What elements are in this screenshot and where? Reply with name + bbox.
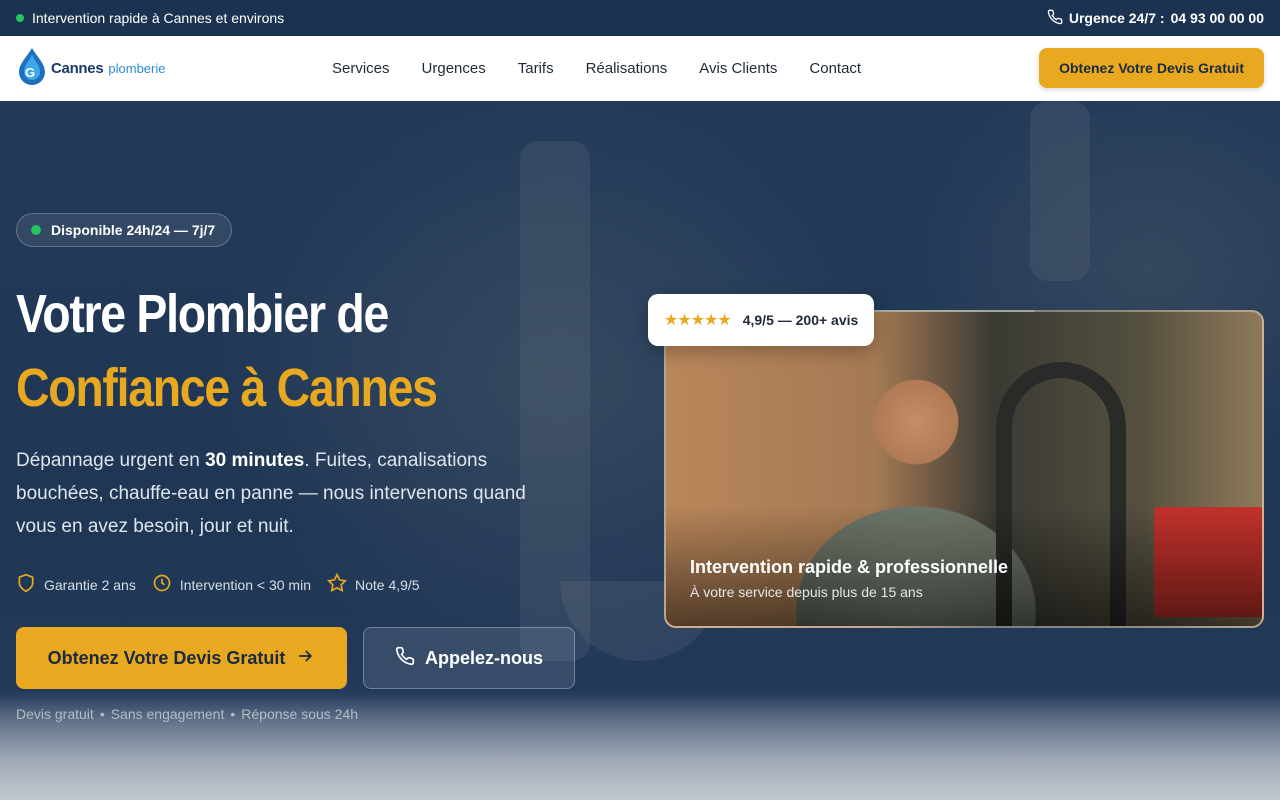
- hero-section: Disponible 24h/24 — 7j/7 Votre Plombier …: [0, 101, 1280, 800]
- hero-title-line2: Confiance à Cannes: [16, 358, 438, 418]
- rating-badge: ★★★★★ 4,9/5 — 200+ avis: [648, 294, 875, 346]
- availability-text: Disponible 24h/24 — 7j/7: [51, 222, 216, 238]
- hero-lead: Dépannage urgent en 30 minutes. Fuites, …: [16, 444, 536, 543]
- background-valve: [1030, 101, 1090, 281]
- fineprint-item: Réponse sous 24h: [241, 706, 359, 722]
- feature-guarantee-label: Garantie 2 ans: [44, 576, 136, 593]
- logo-text-secondary: plomberie: [108, 61, 166, 76]
- hero-quote-label: Obtenez Votre Devis Gratuit: [47, 647, 286, 668]
- fineprint-item: Sans engagement: [110, 706, 225, 722]
- lead-pre: Dépannage urgent en: [16, 450, 206, 471]
- photo-caption: Intervention rapide & professionnelle: [690, 557, 1009, 577]
- main-nav: Services Urgences Tarifs Réalisations Av…: [332, 36, 861, 101]
- hero-title: Votre Plombier de Confiance à Cannes: [16, 277, 505, 425]
- hero-call-button[interactable]: Appelez-nous: [363, 627, 575, 689]
- status-dot: [16, 14, 24, 22]
- photo-subcaption: À votre service depuis plus de 15 ans: [690, 584, 923, 600]
- nav-urgences[interactable]: Urgences: [422, 60, 486, 77]
- site-header: G Cannes plomberie Services Urgences Tar…: [0, 36, 1280, 101]
- feature-intervention-label: Intervention < 30 min: [179, 576, 311, 593]
- emergency-label: Urgence 24/7 :: [1068, 10, 1165, 26]
- svg-text:G: G: [25, 65, 35, 80]
- shield-icon: [16, 573, 36, 596]
- arrow-right-icon: [295, 646, 315, 671]
- star-icon: [326, 572, 348, 596]
- hero-features: Garantie 2 ans Intervention < 30 min Not…: [16, 572, 420, 596]
- feature-rating: Note 4,9/5: [326, 572, 420, 596]
- rating-stars-icon: ★★★★★: [664, 312, 732, 329]
- plumber-photo-card: Intervention rapide & professionnelle À …: [664, 310, 1264, 628]
- top-bar-left: Intervention rapide à Cannes et environs: [16, 10, 284, 26]
- header-quote-button[interactable]: Obtenez Votre Devis Gratuit: [1039, 48, 1264, 88]
- nav-avis-clients[interactable]: Avis Clients: [699, 60, 777, 77]
- top-bar-message: Intervention rapide à Cannes et environs: [32, 10, 285, 26]
- hero-fineprint: Devis gratuit • Sans engagement • Répons…: [16, 706, 358, 722]
- availability-dot: [31, 225, 41, 235]
- feature-guarantee: Garantie 2 ans: [16, 573, 136, 596]
- nav-realisations[interactable]: Réalisations: [586, 60, 668, 77]
- logo-text-primary: Cannes: [51, 60, 104, 77]
- emergency-phone-number[interactable]: 04 93 00 00 00: [1171, 10, 1264, 26]
- fineprint-separator: •: [99, 706, 105, 722]
- logo[interactable]: G Cannes plomberie: [16, 46, 316, 91]
- rating-text: 4,9/5 — 200+ avis: [742, 312, 859, 328]
- feature-intervention: Intervention < 30 min: [152, 573, 311, 596]
- nav-services[interactable]: Services: [332, 60, 390, 77]
- logo-mark-icon: G: [16, 46, 48, 91]
- availability-badge: Disponible 24h/24 — 7j/7: [16, 213, 233, 247]
- nav-tarifs[interactable]: Tarifs: [518, 60, 554, 77]
- hero-quote-button[interactable]: Obtenez Votre Devis Gratuit: [16, 627, 347, 689]
- feature-rating-label: Note 4,9/5: [354, 576, 420, 593]
- hero-title-line1: Votre Plombier de: [16, 284, 389, 344]
- phone-icon: [1047, 9, 1063, 28]
- nav-contact[interactable]: Contact: [809, 60, 861, 77]
- emergency-phone[interactable]: Urgence 24/7 : 04 93 00 00 00: [1047, 9, 1264, 28]
- phone-icon: [395, 646, 415, 671]
- top-bar: Intervention rapide à Cannes et environs…: [0, 0, 1280, 36]
- lead-highlight: 30 minutes: [205, 450, 305, 471]
- fineprint-item: Devis gratuit: [16, 706, 94, 722]
- hero-call-label: Appelez-nous: [424, 647, 543, 668]
- fineprint-separator: •: [230, 706, 236, 722]
- clock-icon: [152, 573, 172, 596]
